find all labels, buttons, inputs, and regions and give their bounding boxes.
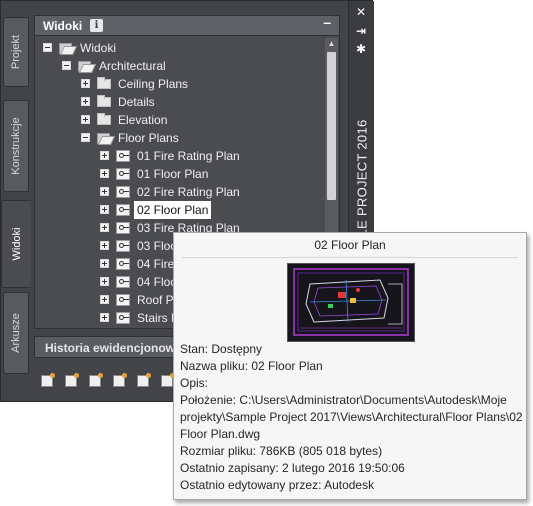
tree-item-label: Ceiling Plans [118,77,189,91]
tree-item-label: 03 Floo [137,239,178,253]
view-tooltip: 02 Floor Plan Stan: Dostępny Nazwa pliku:… [173,232,527,500]
tree-item-label: Widoki [80,41,117,55]
new-view-icon-glyph [41,373,55,387]
auto-hide-icon[interactable]: ⇥ [354,24,368,38]
tree-item-label: 01 Floor Plan [137,167,209,181]
tree-item-label: 04 Fire [137,257,175,271]
new-elevation-icon-glyph [113,373,127,387]
tab-projekt[interactable]: Projekt [3,17,29,87]
tree-item[interactable]: Widoki [43,39,315,57]
regenerate-icon[interactable] [134,371,152,391]
tree-item-label: 04 Floo [137,275,178,289]
tree-item[interactable]: 02 Floor Plan [100,201,315,219]
tooltip-line: Opis: [180,376,209,390]
tab-arkusze[interactable]: Arkusze [3,292,29,374]
tree-item[interactable]: Details [81,93,315,111]
tree-item-label: Floor Plans [118,131,179,145]
expand-icon[interactable] [100,241,109,250]
scroll-up-icon[interactable]: ▲ [325,38,338,50]
tooltip-line: Położenie: C:\Users\Administrator\Docume… [180,393,507,407]
expand-icon[interactable] [81,97,90,106]
tree-item[interactable]: 01 Floor Plan [100,165,315,183]
tooltip-title: 02 Floor Plan [314,238,386,252]
tree-item-label: 01 Fire Rating Plan [137,149,240,163]
folder-open-icon [59,43,74,54]
tooltip-line: Ostatnio edytowany przez: Autodesk [180,478,375,492]
view-icon [116,258,130,270]
new-view-icon[interactable] [38,371,56,391]
collapse-icon[interactable] [81,133,90,142]
expand-icon[interactable] [100,169,109,178]
tooltip-line: Rozmiar pliku: 786KB (805 018 bytes) [180,444,383,458]
regenerate-icon-glyph [137,373,151,387]
history-label: Historia ewidencjonowa [45,341,182,355]
expand-icon[interactable] [100,259,109,268]
tree-item[interactable]: Floor Plans [81,129,315,147]
new-detail-icon-glyph [89,373,103,387]
collapse-icon[interactable] [43,43,52,52]
folder-open-icon [78,61,93,72]
tooltip-line: Nazwa pliku: 02 Floor Plan [180,359,323,373]
view-list-icon-glyph [161,373,175,387]
tree-item[interactable]: Architectural [62,57,315,75]
tooltip-divider [182,257,518,258]
tab-widoki[interactable]: Widoki [1,200,31,288]
folder-icon [97,77,111,89]
folder-icon [97,113,111,125]
tree-item-label: Elevation [118,113,168,127]
view-icon [116,276,130,288]
tree-item[interactable]: Ceiling Plans [81,75,315,93]
palette-title-bar: Widoki i – [34,14,340,36]
expand-icon[interactable] [100,223,109,232]
tree-item[interactable]: 01 Fire Rating Plan [100,147,315,165]
view-icon [116,168,130,180]
tree-item-label: Roof Pl [137,293,177,307]
tooltip-line: Floor Plan.dwg [180,427,261,441]
expand-icon[interactable] [81,115,90,124]
new-elevation-icon[interactable] [110,371,128,391]
expand-icon[interactable] [100,295,109,304]
drawing-thumbnail [287,263,415,342]
collapse-icon[interactable] [62,61,71,70]
tree-item[interactable]: Elevation [81,111,315,129]
tab-konstrukcje[interactable]: Konstrukcje [3,100,29,192]
view-icon [116,204,130,216]
tree-item-label: 02 Fire Rating Plan [137,185,240,199]
view-icon [116,186,130,198]
expand-icon[interactable] [100,313,109,322]
expand-icon[interactable] [100,151,109,160]
info-icon[interactable]: i [90,19,103,32]
view-icon [116,150,130,162]
expand-icon[interactable] [100,277,109,286]
settings-icon[interactable]: ✱ [354,42,368,56]
tooltip-line: Ostatnio zapisany: 2 lutego 2016 19:50:0… [180,461,405,475]
view-icon [116,312,130,324]
new-detail-icon[interactable] [86,371,104,391]
collapse-button[interactable]: – [323,14,331,30]
tree-item[interactable]: 02 Fire Rating Plan [100,183,315,201]
new-section-icon[interactable] [62,371,80,391]
folder-open-icon [97,133,112,144]
new-section-icon-glyph [65,373,79,387]
view-icon [116,222,130,234]
tree-item-label: 02 Floor Plan [134,201,212,219]
tree-item-label: Details [118,95,155,109]
close-icon[interactable]: ✕ [354,5,368,19]
tree-item-label: Architectural [99,59,166,73]
view-icon [116,240,130,252]
palette-title: Widoki [43,19,83,33]
expand-icon[interactable] [100,205,109,214]
expand-icon[interactable] [81,79,90,88]
expand-icon[interactable] [100,187,109,196]
folder-icon [97,95,111,107]
tooltip-line: projekty\Sample Project 2017\Views\Archi… [180,410,523,424]
scrollbar-thumb[interactable] [327,52,336,200]
view-icon [116,294,130,306]
tooltip-line: Stan: Dostępny [180,342,263,356]
